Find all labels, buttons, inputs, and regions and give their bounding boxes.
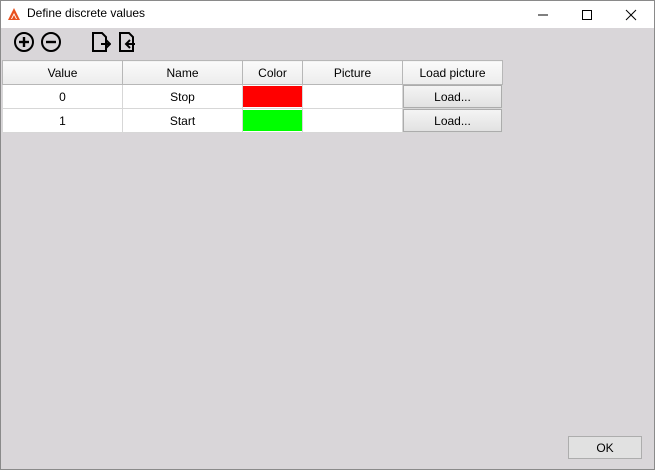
picture-cell[interactable] xyxy=(302,108,403,133)
table-row: 0 Stop Load... xyxy=(2,84,503,109)
table-row: 1 Start Load... xyxy=(2,108,503,133)
remove-circle-icon[interactable] xyxy=(40,31,62,53)
dialog-window: Define discrete values Value Name Color … xyxy=(0,0,655,470)
column-header-load-picture[interactable]: Load picture xyxy=(402,60,503,85)
export-file-icon[interactable] xyxy=(116,31,138,53)
column-header-name[interactable]: Name xyxy=(122,60,243,85)
add-circle-icon[interactable] xyxy=(13,31,35,53)
minimize-icon xyxy=(538,14,548,15)
import-file-icon[interactable] xyxy=(89,31,111,53)
value-cell[interactable]: 1 xyxy=(2,108,123,133)
color-swatch[interactable] xyxy=(243,86,302,107)
discrete-values-table: Value Name Color Picture Load picture 0 … xyxy=(2,60,503,133)
value-cell[interactable]: 0 xyxy=(2,84,123,109)
close-icon xyxy=(625,9,637,20)
title-bar: Define discrete values xyxy=(1,1,654,28)
maximize-button[interactable] xyxy=(564,1,610,28)
minimize-button[interactable] xyxy=(520,1,566,28)
color-cell[interactable] xyxy=(242,84,303,109)
color-cell[interactable] xyxy=(242,108,303,133)
table-header-row: Value Name Color Picture Load picture xyxy=(2,60,503,85)
load-picture-cell: Load... xyxy=(402,108,503,133)
close-button[interactable] xyxy=(608,1,654,28)
name-cell[interactable]: Start xyxy=(122,108,243,133)
name-cell[interactable]: Stop xyxy=(122,84,243,109)
picture-cell[interactable] xyxy=(302,84,403,109)
load-picture-button[interactable]: Load... xyxy=(403,85,502,108)
column-header-picture[interactable]: Picture xyxy=(302,60,403,85)
window-title: Define discrete values xyxy=(27,6,146,20)
app-logo-icon xyxy=(8,8,20,20)
color-swatch[interactable] xyxy=(243,110,302,131)
maximize-icon xyxy=(582,9,592,20)
load-picture-button[interactable]: Load... xyxy=(403,109,502,132)
load-picture-cell: Load... xyxy=(402,84,503,109)
column-header-color[interactable]: Color xyxy=(242,60,303,85)
column-header-value[interactable]: Value xyxy=(2,60,123,85)
ok-button[interactable]: OK xyxy=(568,436,642,459)
